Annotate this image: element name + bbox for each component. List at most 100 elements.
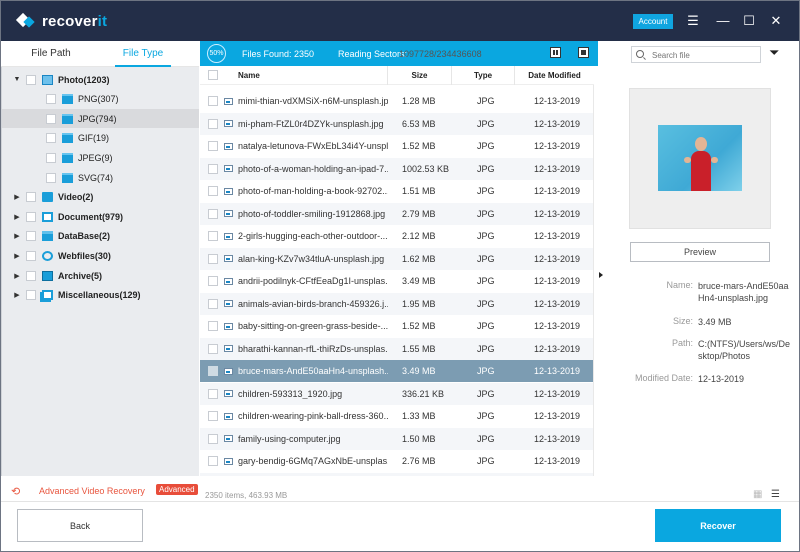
tree-item-checkbox[interactable] (46, 133, 56, 144)
tree-item-checkbox[interactable] (26, 192, 36, 203)
row-checkbox[interactable] (208, 253, 218, 264)
row-checkbox[interactable] (208, 411, 218, 421)
row-checkbox[interactable] (208, 208, 218, 219)
table-row[interactable]: baby-sitting-on-green-grass-beside-... 1.… (200, 315, 593, 337)
tree-item[interactable]: PNG(307) (2, 90, 199, 109)
tree-item[interactable]: ▶ Video(2) (2, 188, 199, 207)
tree-item-checkbox[interactable] (46, 172, 56, 183)
tab-file-path[interactable]: File Path (11, 41, 91, 67)
minimize-icon[interactable]: — (715, 13, 731, 29)
table-row[interactable]: mi-pham-FtZL0r4DZYk-unsplash.jpg6.53 MBJ… (200, 472, 593, 476)
tree-item-checkbox[interactable] (26, 290, 36, 301)
row-checkbox[interactable] (208, 433, 218, 444)
table-row[interactable]: natalya-letunova-FWxEbL34i4Y-unspl... 1.5… (200, 135, 593, 157)
row-checkbox[interactable] (208, 186, 218, 196)
chevron-right-icon[interactable]: ▶ (12, 193, 22, 201)
collapse-panel-arrow-icon[interactable] (599, 272, 603, 278)
tree-item-checkbox[interactable] (46, 94, 56, 105)
row-checkbox[interactable] (208, 276, 218, 286)
file-date: 12-13-2019 (534, 231, 581, 241)
details-panel: Preview Name: bruce-mars-AndE50aaHn4-uns… (605, 67, 799, 477)
chevron-right-icon[interactable]: ▶ (12, 272, 22, 280)
table-row[interactable]: children-wearing-pink-ball-dress-360... 1… (200, 405, 593, 427)
row-checkbox[interactable] (208, 343, 218, 354)
tree-item[interactable]: SVG(74) (2, 168, 199, 187)
table-row[interactable]: photo-of-toddler-smiling-1912868.jpg 2.79… (200, 202, 593, 225)
row-checkbox[interactable] (208, 163, 218, 174)
file-date: 12-13-2019 (534, 276, 581, 286)
close-icon[interactable]: ✕ (768, 13, 784, 29)
table-row[interactable]: gary-bendig-6GMq7AGxNbE-unsplas... 2.76 M… (200, 450, 593, 472)
table-row[interactable]: mi-pham-FtZL0r4DZYk-unsplash.jpg6.53 MBJ… (200, 112, 593, 135)
tree-item[interactable]: ▶ Webfiles(30) (2, 246, 199, 265)
search-box[interactable] (631, 46, 761, 63)
chevron-right-icon[interactable]: ▶ (12, 232, 22, 240)
row-checkbox[interactable] (208, 321, 218, 331)
tree-item[interactable]: GIF(19) (2, 129, 199, 148)
tree-item[interactable]: JPG(794) (2, 109, 199, 129)
row-checkbox[interactable] (208, 231, 218, 241)
table-row[interactable]: andrii-podilnyk-CFtfEeaDg1I-unsplas... 3.… (200, 270, 593, 292)
menu-icon[interactable]: ☰ (685, 13, 701, 29)
preview-button[interactable]: Preview (630, 242, 770, 262)
tree-item-label: Document(979) (58, 211, 124, 222)
recover-button[interactable]: Recover (655, 509, 781, 542)
table-row[interactable]: alan-king-KZv7w34tluA-unsplash.jpg 1.62 M… (200, 247, 593, 270)
tree-item-checkbox[interactable] (26, 270, 36, 281)
file-type: JPG (477, 433, 495, 444)
table-row[interactable]: 2-girls-hugging-each-other-outdoor-... 2.… (200, 225, 593, 247)
stop-button[interactable] (578, 47, 589, 58)
row-checkbox[interactable] (208, 118, 218, 129)
row-checkbox[interactable] (208, 456, 218, 466)
row-checkbox[interactable] (208, 388, 218, 399)
chevron-right-icon[interactable]: ▶ (12, 291, 22, 299)
chevron-down-icon[interactable]: ▼ (12, 76, 22, 83)
grid-view-icon[interactable]: ▦ (753, 489, 762, 500)
table-row[interactable]: bruce-mars-AndE50aaHn4-unsplash... 3.49 M… (200, 360, 593, 382)
list-view-icon[interactable]: ☰ (771, 489, 780, 500)
tree-item[interactable]: ▶ Miscellaneous(129) (2, 286, 199, 305)
tree-item[interactable]: ▼ Photo(1203) (2, 70, 199, 89)
tree-item-checkbox[interactable] (26, 211, 36, 222)
tree-item-checkbox[interactable] (26, 250, 36, 261)
file-list: mimi-thian-vdXMSiX-n6M-unsplash.jpg 1.28 … (200, 85, 594, 476)
table-row[interactable]: bharathi-kannan-rfL-thiRzDs-unsplas... 1.… (200, 337, 593, 360)
file-date: 12-13-2019 (534, 163, 581, 174)
chevron-right-icon[interactable]: ▶ (12, 252, 22, 260)
tree-item[interactable]: JPEG(9) (2, 148, 199, 167)
tree-item-checkbox[interactable] (46, 152, 56, 163)
table-row[interactable]: family-using-computer.jpg 1.50 MB JPG 12-13… (200, 427, 593, 450)
table-row[interactable]: mimi-thian-vdXMSiX-n6M-unsplash.jpg 1.28 … (200, 90, 593, 112)
tree-item-checkbox[interactable] (46, 113, 56, 124)
back-button[interactable]: Back (17, 509, 143, 542)
table-row[interactable]: children-593313_1920.jpg 336.21 KB JPG 12-1… (200, 382, 593, 405)
tree-item[interactable]: ▶ Document(979) (2, 207, 199, 226)
row-checkbox[interactable] (208, 298, 218, 309)
logo-icon (15, 12, 35, 30)
table-row[interactable]: animals-avian-birds-branch-459326.j... 1.… (200, 292, 593, 315)
tree-item-checkbox[interactable] (26, 231, 36, 242)
table-row[interactable]: photo-of-man-holding-a-book-92702... 1.51… (200, 180, 593, 202)
maximize-icon[interactable]: ☐ (741, 13, 757, 29)
tree-item-checkbox[interactable] (26, 74, 36, 85)
image-file-icon (224, 255, 233, 262)
row-checkbox[interactable] (208, 366, 218, 376)
tab-file-type[interactable]: File Type (103, 41, 183, 67)
column-date-modified[interactable]: Date Modified (515, 66, 594, 85)
row-checkbox[interactable] (208, 141, 218, 151)
chevron-right-icon[interactable]: ▶ (12, 213, 22, 221)
column-size[interactable]: Size (388, 66, 452, 85)
column-type[interactable]: Type (452, 66, 515, 85)
search-input[interactable] (652, 49, 752, 61)
advanced-video-recovery[interactable]: ⟲ Advanced Video Recovery Advanced (1, 480, 199, 502)
tree-item[interactable]: ▶ DataBase(2) (2, 227, 199, 246)
account-button[interactable]: Account (633, 14, 673, 29)
table-row[interactable]: photo-of-a-woman-holding-an-ipad-7... 100… (200, 157, 593, 180)
row-checkbox[interactable] (208, 96, 218, 106)
file-date: 12-13-2019 (534, 96, 581, 106)
filter-icon[interactable]: ⏷ (770, 47, 779, 60)
pause-button[interactable] (550, 47, 561, 58)
file-type: JPG (477, 231, 495, 241)
column-name[interactable]: Name (200, 66, 388, 85)
tree-item[interactable]: ▶ Archive(5) (2, 266, 199, 285)
